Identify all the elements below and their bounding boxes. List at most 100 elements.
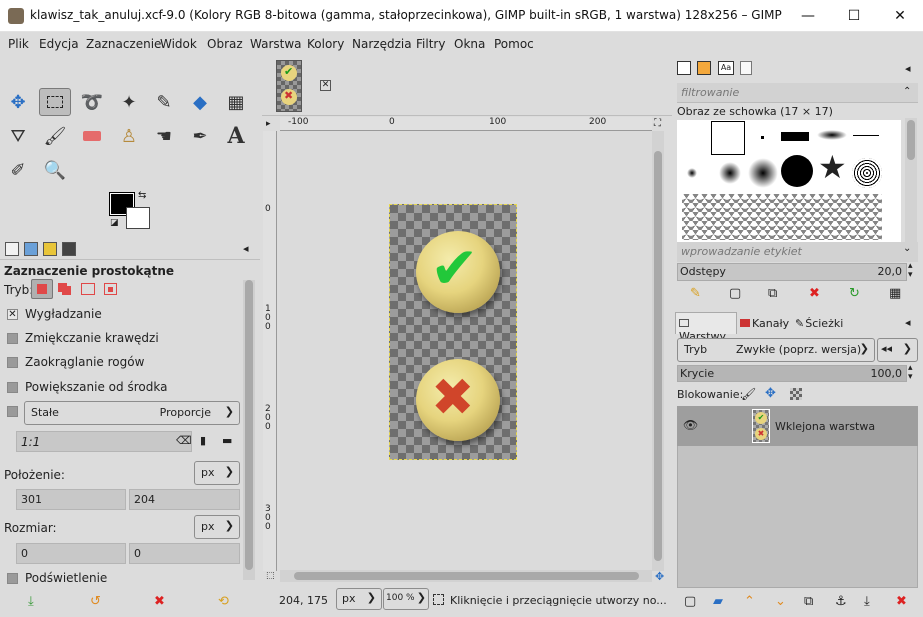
brush-item[interactable]	[852, 158, 882, 188]
reset-options-icon[interactable]: ⟲	[218, 594, 229, 609]
fonts-tab-icon[interactable]: Aa	[718, 61, 734, 75]
lock-pixels-icon[interactable]: 🖌	[741, 387, 756, 401]
brushes-tab-icon[interactable]	[677, 61, 691, 75]
smudge-tool-icon[interactable]: ☚	[148, 122, 180, 150]
zoom-combo[interactable]: 100 % ❯	[383, 588, 429, 610]
brush-item[interactable]	[853, 135, 879, 136]
tab-channels[interactable]: Kanały	[738, 314, 792, 334]
tab-menu-icon[interactable]: ◂	[243, 242, 249, 255]
warp-tool-icon[interactable]: ▦	[220, 88, 252, 116]
fixed-checkbox[interactable]	[7, 406, 25, 417]
fixed-combo[interactable]: Stałe Proporcje ❯	[24, 401, 240, 425]
document-history-tab-icon[interactable]	[740, 61, 752, 75]
brush-item[interactable]	[687, 168, 697, 178]
layer-row[interactable]: 👁 ✔ ✖ Wklejona warstwa	[677, 406, 918, 446]
lasso-tool-icon[interactable]: ➰	[76, 88, 108, 116]
position-x-input[interactable]: 301	[16, 489, 126, 510]
duplicate-layer-icon[interactable]: ⧉	[804, 594, 813, 609]
paths-tool-icon[interactable]: ✒	[184, 122, 216, 150]
brush-item[interactable]	[781, 155, 813, 187]
quick-mask-icon[interactable]: ⬚	[266, 571, 275, 581]
anchor-layer-icon[interactable]: ⚓	[835, 594, 847, 609]
menu-zaznaczenie[interactable]: Zaznaczenie	[86, 37, 161, 51]
mode-subtract-icon[interactable]	[81, 283, 95, 295]
open-brush-as-image-icon[interactable]: ▦	[889, 286, 901, 301]
menu-warstwa[interactable]: Warstwa	[250, 37, 302, 51]
maximize-button[interactable]: ☐	[831, 0, 877, 32]
merge-layer-icon[interactable]: ⤓	[864, 594, 870, 609]
move-tool-icon[interactable]: ✥	[2, 88, 34, 116]
tab-menu-icon[interactable]: ◂	[905, 316, 911, 329]
tool-options-tab-icon[interactable]	[5, 242, 19, 256]
minimize-button[interactable]: —	[785, 0, 831, 32]
rounded-corners-checkbox[interactable]: Zaokrąglanie rogów	[7, 355, 144, 369]
new-layer-group-icon[interactable]: ▰	[713, 594, 723, 609]
eraser-tool-icon[interactable]	[76, 122, 108, 150]
tool-options-scrollbar[interactable]	[243, 280, 255, 580]
edit-brush-icon[interactable]: ✎	[690, 286, 701, 301]
menu-pomoc[interactable]: Pomoc	[494, 37, 534, 51]
canvas-horizontal-scrollbar[interactable]	[280, 570, 652, 582]
ruler-menu-icon[interactable]: ▸	[266, 119, 271, 129]
menu-okna[interactable]: Okna	[454, 37, 485, 51]
size-unit-combo[interactable]: px ❯	[194, 515, 240, 539]
duplicate-brush-icon[interactable]: ⧉	[768, 286, 777, 301]
menu-kolory[interactable]: Kolory	[307, 37, 344, 51]
eye-icon[interactable]: 👁	[683, 418, 698, 432]
brush-tag-input[interactable]: wprowadzanie etykiet	[677, 242, 918, 262]
size-w-input[interactable]: 0	[16, 543, 126, 564]
size-h-input[interactable]: 0	[129, 543, 240, 564]
tab-paths[interactable]: ✎Ścieżki	[793, 314, 847, 334]
lock-position-icon[interactable]: ✥	[765, 386, 776, 401]
new-brush-icon[interactable]: ▢	[729, 286, 741, 301]
menu-widok[interactable]: Widok	[160, 37, 197, 51]
opacity-stepper[interactable]: ▴ ▾	[908, 364, 913, 382]
lower-layer-icon[interactable]: ⌄	[775, 594, 786, 609]
ratio-input[interactable]: 1:1	[16, 431, 192, 452]
brush-item[interactable]	[682, 194, 882, 240]
highlight-checkbox[interactable]: Podświetlenie	[7, 571, 107, 585]
color-picker-tool-icon[interactable]: ✐	[2, 156, 34, 184]
chevron-up-icon[interactable]: ⌃	[903, 86, 911, 97]
zoom-fit-icon[interactable]: ⛶	[654, 118, 661, 129]
position-unit-combo[interactable]: px ❯	[194, 461, 240, 485]
position-y-input[interactable]: 204	[129, 489, 240, 510]
tab-layers[interactable]: Warstwy	[675, 312, 737, 343]
brush-item[interactable]	[781, 132, 809, 141]
fuzzy-select-tool-icon[interactable]: ✦	[113, 88, 145, 116]
menu-filtry[interactable]: Filtry	[416, 37, 445, 51]
brush-item[interactable]	[817, 130, 847, 140]
paintbrush-tool-icon[interactable]: 🖌	[39, 122, 71, 150]
raise-layer-icon[interactable]: ⌃	[744, 594, 755, 609]
default-colors-icon[interactable]: ◪	[110, 218, 119, 228]
transform-tool-icon[interactable]: ◆	[184, 88, 216, 116]
mode-add-icon[interactable]	[58, 283, 72, 295]
chevron-down-icon[interactable]: ⌄	[903, 243, 911, 254]
clone-tool-icon[interactable]: ♙	[113, 122, 145, 150]
close-image-tab-icon[interactable]: ✕	[320, 80, 331, 91]
crop-tool-icon[interactable]: ✎	[148, 88, 180, 116]
feather-checkbox[interactable]: Zmiękczanie krawędzi	[7, 331, 159, 345]
text-tool-icon[interactable]: A	[220, 122, 252, 150]
landscape-icon[interactable]: ▬	[222, 434, 232, 447]
image-thumbnail[interactable]: ✔ ✖	[276, 60, 302, 112]
spacing-stepper[interactable]: ▴ ▾	[908, 262, 913, 280]
layer-composite-combo[interactable]: ◂◂ ❯	[877, 338, 918, 362]
brush-item[interactable]	[761, 136, 764, 139]
lock-alpha-icon[interactable]	[790, 388, 802, 400]
mode-intersect-icon[interactable]	[104, 283, 117, 295]
brush-grid[interactable]: ★	[677, 120, 901, 242]
bucket-fill-tool-icon[interactable]: ⛛	[2, 122, 34, 150]
brush-scrollbar[interactable]	[905, 118, 917, 242]
restore-options-icon[interactable]: ↺	[90, 594, 101, 609]
delete-brush-icon[interactable]: ✖	[809, 286, 820, 301]
delete-options-icon[interactable]: ✖	[154, 594, 165, 609]
brush-item[interactable]	[711, 121, 745, 155]
antialias-checkbox[interactable]: ✕ Wygładzanie	[7, 307, 102, 321]
image-layer[interactable]: ✔ ✖	[389, 204, 517, 460]
close-button[interactable]: ✕	[877, 0, 923, 32]
new-layer-icon[interactable]: ▢	[684, 594, 696, 609]
navigate-icon[interactable]: ✥	[655, 570, 664, 583]
spacing-slider[interactable]: Odstępy 20,0	[677, 263, 907, 281]
images-tab-icon[interactable]	[62, 242, 76, 256]
